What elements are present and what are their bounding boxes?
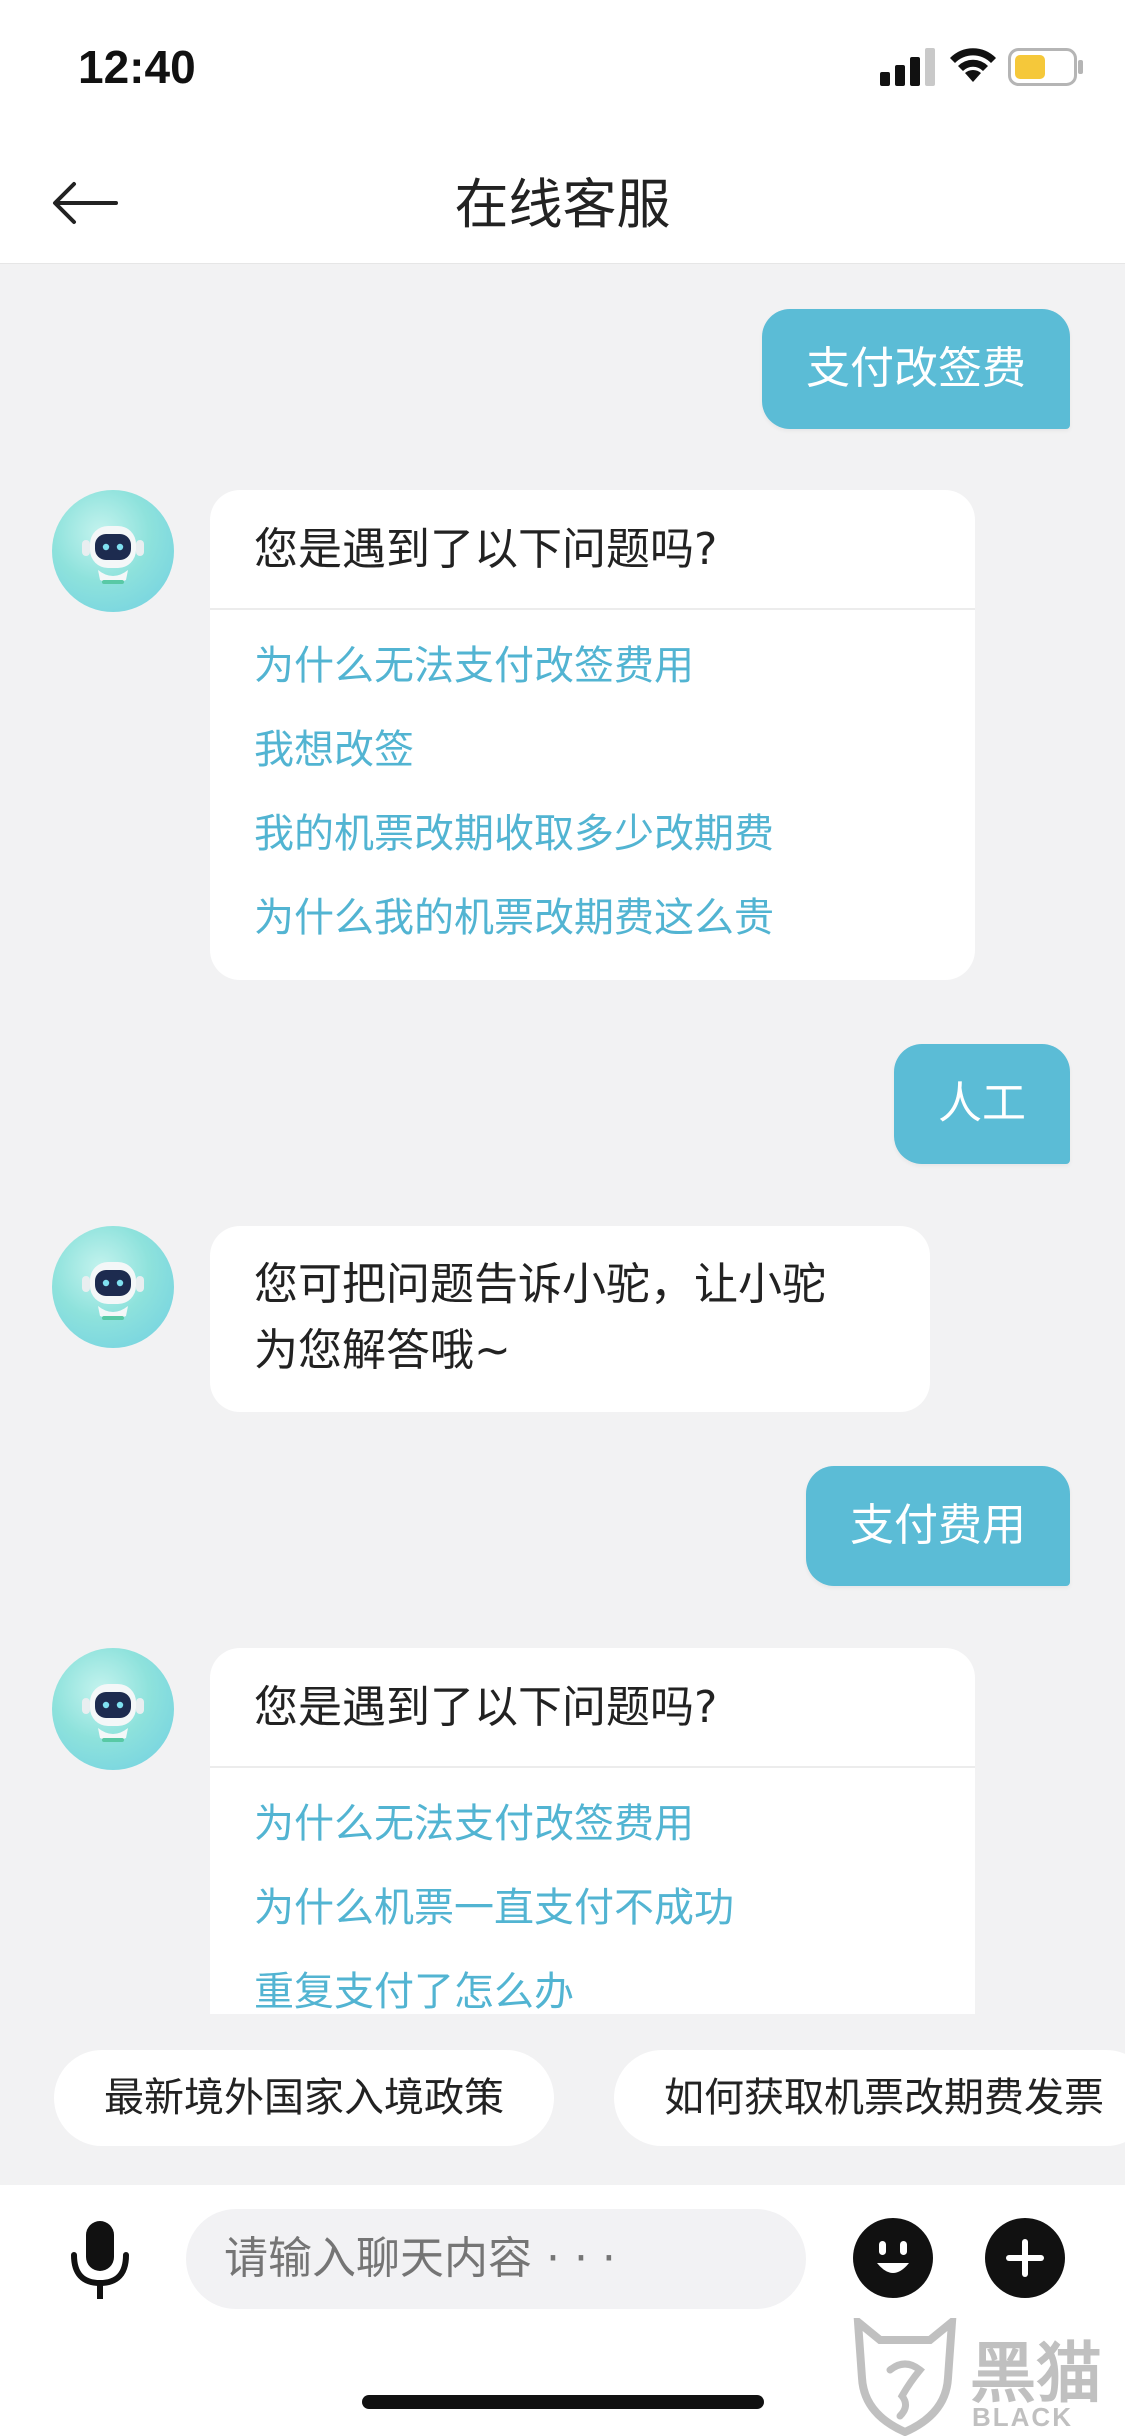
bot-suggestion-card: 您是遇到了以下问题吗? 为什么无法支付改签费用 我想改签 我的机票改期收取多少改… xyxy=(210,490,975,980)
home-indicator xyxy=(362,2395,764,2409)
page-title: 在线客服 xyxy=(454,173,671,236)
watermark-sub: BLACK CAT xyxy=(972,2402,1073,2436)
suggestion-link[interactable]: 为什么无法支付改签费用 xyxy=(254,624,931,708)
user-message: 支付改签费 xyxy=(762,309,1070,429)
bot-avatar xyxy=(52,1648,174,1770)
battery-icon xyxy=(1008,48,1083,86)
cat-logo-icon xyxy=(853,2318,957,2436)
status-bar: 12:40 xyxy=(0,0,1125,140)
bot-avatar xyxy=(52,490,174,612)
signal-icon xyxy=(880,48,935,86)
card-question: 您是遇到了以下问题吗? xyxy=(210,490,975,610)
emoji-button[interactable] xyxy=(852,2217,934,2299)
suggestion-link[interactable]: 为什么我的机票改期费这么贵 xyxy=(254,876,931,960)
nav-bar: 在线客服 xyxy=(0,140,1125,264)
quick-reply-chip[interactable]: 如何获取机票改期费发票 xyxy=(614,2050,1125,2146)
plus-icon xyxy=(985,2218,1065,2298)
chat-list[interactable]: 支付改签费 您是遇到了以下问题吗? 为什么无法支付改签费用 我想改签 我的机票改… xyxy=(0,264,1125,2014)
user-message: 人工 xyxy=(894,1044,1070,1164)
suggestion-link[interactable]: 为什么无法支付改签费用 xyxy=(254,1782,931,1866)
suggestion-list: 为什么无法支付改签费用 为什么机票一直支付不成功 重复支付了怎么办 xyxy=(210,1768,975,2014)
robot-icon xyxy=(82,1684,144,1742)
card-question: 您是遇到了以下问题吗? xyxy=(210,1648,975,1768)
suggestion-list: 为什么无法支付改签费用 我想改签 我的机票改期收取多少改期费 为什么我的机票改期… xyxy=(210,610,975,980)
bot-suggestion-card: 您是遇到了以下问题吗? 为什么无法支付改签费用 为什么机票一直支付不成功 重复支… xyxy=(210,1648,975,2014)
more-button[interactable] xyxy=(984,2217,1066,2299)
chat-input[interactable] xyxy=(186,2209,806,2309)
voice-button[interactable] xyxy=(60,2215,140,2305)
microphone-icon xyxy=(71,2221,129,2299)
bot-message-line: 您可把问题告诉小驼，让小驼 xyxy=(254,1259,826,1310)
wifi-icon xyxy=(950,48,996,82)
user-message: 支付费用 xyxy=(806,1466,1070,1586)
suggestion-link[interactable]: 为什么机票一直支付不成功 xyxy=(254,1866,931,1950)
status-time: 12:40 xyxy=(78,41,196,93)
quick-reply-bar: 最新境外国家入境政策 如何获取机票改期费发票 xyxy=(0,2050,1125,2150)
watermark-logo: 黑猫 BLACK CAT xyxy=(850,2318,1125,2436)
suggestion-link[interactable]: 重复支付了怎么办 xyxy=(254,1950,931,2014)
quick-reply-chip[interactable]: 最新境外国家入境政策 xyxy=(54,2050,554,2146)
robot-icon xyxy=(82,526,144,584)
emoji-icon xyxy=(853,2218,933,2298)
robot-icon xyxy=(82,1262,144,1320)
bot-avatar xyxy=(52,1226,174,1348)
suggestion-link[interactable]: 我想改签 xyxy=(254,708,931,792)
bot-message-line: 为您解答哦~ xyxy=(254,1325,511,1376)
bot-message: 您可把问题告诉小驼，让小驼 为您解答哦~ xyxy=(210,1226,930,1412)
suggestion-link[interactable]: 我的机票改期收取多少改期费 xyxy=(254,792,931,876)
